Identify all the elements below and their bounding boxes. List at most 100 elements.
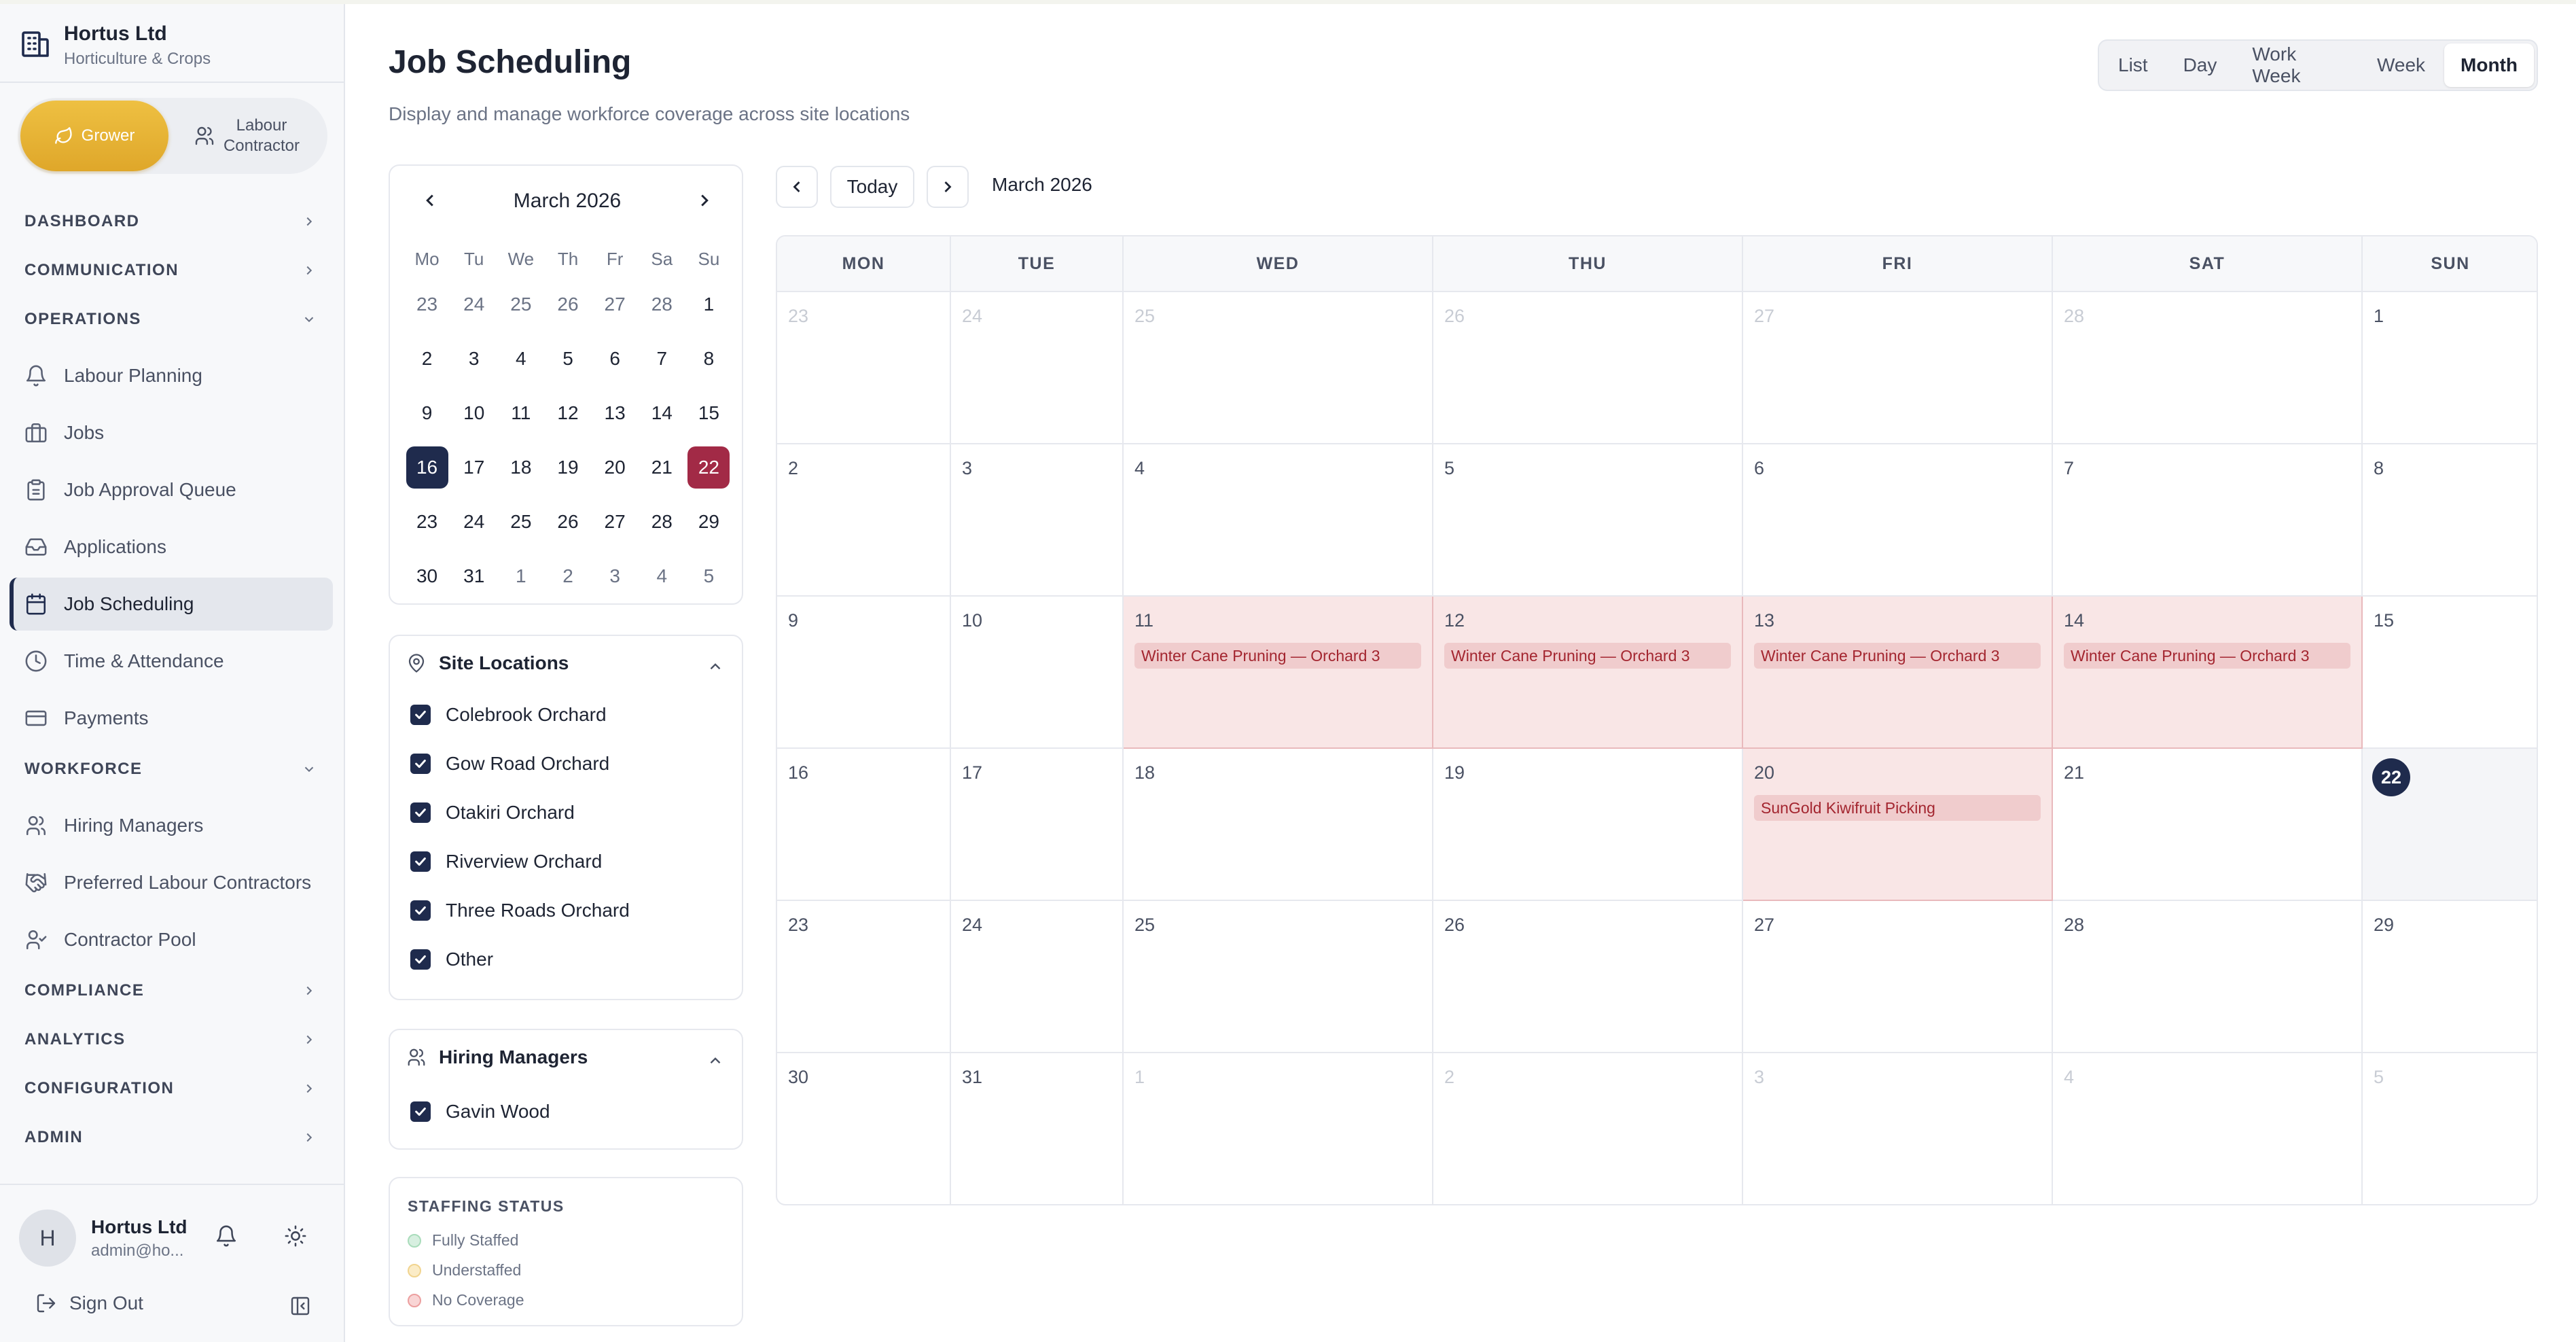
- view-work-week-tab[interactable]: Work Week: [2236, 43, 2358, 87]
- calendar-day-cell[interactable]: 12 Winter Cane Pruning — Orchard 3: [1433, 597, 1743, 749]
- mini-calendar-day[interactable]: 15: [685, 386, 732, 440]
- nav-group-dashboard[interactable]: DASHBOARD: [24, 208, 317, 235]
- mini-calendar-day[interactable]: 10: [450, 386, 497, 440]
- calendar-day-cell[interactable]: 5: [2363, 1053, 2537, 1204]
- calendar-day-cell[interactable]: 9: [777, 597, 951, 749]
- view-month-tab[interactable]: Month: [2444, 43, 2534, 87]
- sidebar-item-preferred-labour-contractors[interactable]: Preferred Labour Contractors: [10, 856, 333, 909]
- mini-calendar-day[interactable]: 28: [639, 495, 685, 549]
- mini-calendar-day[interactable]: 25: [497, 277, 544, 332]
- mini-calendar-day[interactable]: 20: [592, 440, 639, 495]
- mini-calendar-day[interactable]: 3: [450, 332, 497, 386]
- calendar-event[interactable]: Winter Cane Pruning — Orchard 3: [1134, 643, 1421, 669]
- calendar-day-cell[interactable]: 16: [777, 749, 951, 901]
- mini-next-month-chevron-right-icon[interactable]: [694, 190, 715, 211]
- mini-calendar-day[interactable]: 12: [544, 386, 591, 440]
- calendar-day-cell[interactable]: 24: [951, 292, 1124, 444]
- mini-calendar-day[interactable]: 2: [404, 332, 450, 386]
- site-location-checkbox-row[interactable]: Other: [410, 949, 493, 970]
- labour-contractor-role-button[interactable]: Labour Contractor: [168, 101, 325, 171]
- calendar-day-cell[interactable]: 21: [2053, 749, 2363, 901]
- sidebar-item-jobs[interactable]: Jobs: [10, 406, 333, 459]
- calendar-day-cell[interactable]: 22: [2363, 749, 2537, 901]
- mini-calendar-day[interactable]: 26: [544, 277, 591, 332]
- calendar-day-cell[interactable]: 30: [777, 1053, 951, 1204]
- mini-calendar-day[interactable]: 5: [685, 549, 732, 603]
- sidebar-item-payments[interactable]: Payments: [10, 692, 333, 745]
- checkbox-checked[interactable]: [410, 949, 431, 970]
- calendar-event[interactable]: SunGold Kiwifruit Picking: [1754, 795, 2041, 821]
- calendar-day-cell[interactable]: 28: [2053, 901, 2363, 1053]
- calendar-day-cell[interactable]: 10: [951, 597, 1124, 749]
- calendar-event[interactable]: Winter Cane Pruning — Orchard 3: [2064, 643, 2350, 669]
- chevron-up-icon[interactable]: [706, 658, 724, 675]
- mini-calendar-day[interactable]: 24: [450, 495, 497, 549]
- calendar-day-cell[interactable]: 3: [1743, 1053, 2053, 1204]
- mini-calendar-day[interactable]: 23: [404, 277, 450, 332]
- calendar-day-cell[interactable]: 26: [1433, 901, 1743, 1053]
- calendar-day-cell[interactable]: 28: [2053, 292, 2363, 444]
- mini-calendar-day[interactable]: 1: [685, 277, 732, 332]
- calendar-day-cell[interactable]: 5: [1433, 444, 1743, 597]
- notifications-bell-icon[interactable]: [215, 1224, 238, 1248]
- calendar-day-cell[interactable]: 29: [2363, 901, 2537, 1053]
- mini-calendar-day[interactable]: 7: [639, 332, 685, 386]
- sidebar-item-hiring-managers[interactable]: Hiring Managers: [10, 799, 333, 852]
- collapse-sidebar-icon[interactable]: [289, 1295, 311, 1317]
- calendar-day-cell[interactable]: 25: [1124, 901, 1433, 1053]
- calendar-day-cell[interactable]: 7: [2053, 444, 2363, 597]
- calendar-day-cell[interactable]: 18: [1124, 749, 1433, 901]
- mini-calendar-day[interactable]: 29: [685, 495, 732, 549]
- sidebar-item-applications[interactable]: Applications: [10, 520, 333, 573]
- nav-group-analytics[interactable]: ANALYTICS: [24, 1026, 317, 1053]
- mini-calendar-day[interactable]: 23: [404, 495, 450, 549]
- user-profile[interactable]: H Hortus Ltd admin@ho...: [19, 1209, 187, 1267]
- nav-group-admin[interactable]: ADMIN: [24, 1124, 317, 1151]
- checkbox-checked[interactable]: [410, 851, 431, 872]
- calendar-day-cell[interactable]: 3: [951, 444, 1124, 597]
- mini-calendar-day[interactable]: 27: [592, 277, 639, 332]
- mini-calendar-day[interactable]: 9: [404, 386, 450, 440]
- chevron-up-icon[interactable]: [706, 1052, 724, 1070]
- calendar-day-cell[interactable]: 4: [1124, 444, 1433, 597]
- calendar-day-cell[interactable]: 1: [1124, 1053, 1433, 1204]
- mini-calendar-day[interactable]: 28: [639, 277, 685, 332]
- mini-calendar-day[interactable]: 2: [544, 549, 591, 603]
- mini-calendar-day[interactable]: 8: [685, 332, 732, 386]
- mini-calendar-day[interactable]: 14: [639, 386, 685, 440]
- nav-group-operations[interactable]: OPERATIONS: [24, 306, 317, 333]
- calendar-day-cell[interactable]: 23: [777, 292, 951, 444]
- sidebar-item-time-attendance[interactable]: Time & Attendance: [10, 635, 333, 688]
- calendar-day-cell[interactable]: 6: [1743, 444, 2053, 597]
- mini-calendar-day[interactable]: 6: [592, 332, 639, 386]
- grower-role-button[interactable]: Grower: [20, 101, 168, 171]
- calendar-day-cell[interactable]: 1: [2363, 292, 2537, 444]
- calendar-day-cell[interactable]: 2: [777, 444, 951, 597]
- mini-calendar-day[interactable]: 26: [544, 495, 591, 549]
- view-day-tab[interactable]: Day: [2167, 43, 2234, 87]
- site-location-checkbox-row[interactable]: Colebrook Orchard: [410, 704, 607, 726]
- sidebar-item-job-scheduling[interactable]: Job Scheduling: [10, 578, 333, 631]
- site-location-checkbox-row[interactable]: Otakiri Orchard: [410, 802, 575, 824]
- next-month-button[interactable]: [927, 166, 969, 208]
- calendar-day-cell[interactable]: 27: [1743, 901, 2053, 1053]
- calendar-day-cell[interactable]: 20 SunGold Kiwifruit Picking: [1743, 749, 2053, 901]
- mini-calendar-day[interactable]: 19: [544, 440, 591, 495]
- calendar-day-cell[interactable]: 8: [2363, 444, 2537, 597]
- mini-calendar-day[interactable]: 18: [497, 440, 544, 495]
- calendar-event[interactable]: Winter Cane Pruning — Orchard 3: [1444, 643, 1731, 669]
- mini-calendar-day[interactable]: 31: [450, 549, 497, 603]
- mini-calendar-day[interactable]: 4: [639, 549, 685, 603]
- calendar-day-cell[interactable]: 11 Winter Cane Pruning — Orchard 3: [1124, 597, 1433, 749]
- calendar-day-cell[interactable]: 23: [777, 901, 951, 1053]
- view-list-tab[interactable]: List: [2102, 43, 2164, 87]
- mini-calendar-day[interactable]: 30: [404, 549, 450, 603]
- mini-calendar-day[interactable]: 24: [450, 277, 497, 332]
- checkbox-checked[interactable]: [410, 754, 431, 774]
- calendar-day-cell[interactable]: 26: [1433, 292, 1743, 444]
- prev-month-button[interactable]: [776, 166, 818, 208]
- nav-group-configuration[interactable]: CONFIGURATION: [24, 1075, 317, 1102]
- nav-group-compliance[interactable]: COMPLIANCE: [24, 977, 317, 1004]
- mini-calendar-day[interactable]: 1: [497, 549, 544, 603]
- site-location-checkbox-row[interactable]: Riverview Orchard: [410, 851, 602, 872]
